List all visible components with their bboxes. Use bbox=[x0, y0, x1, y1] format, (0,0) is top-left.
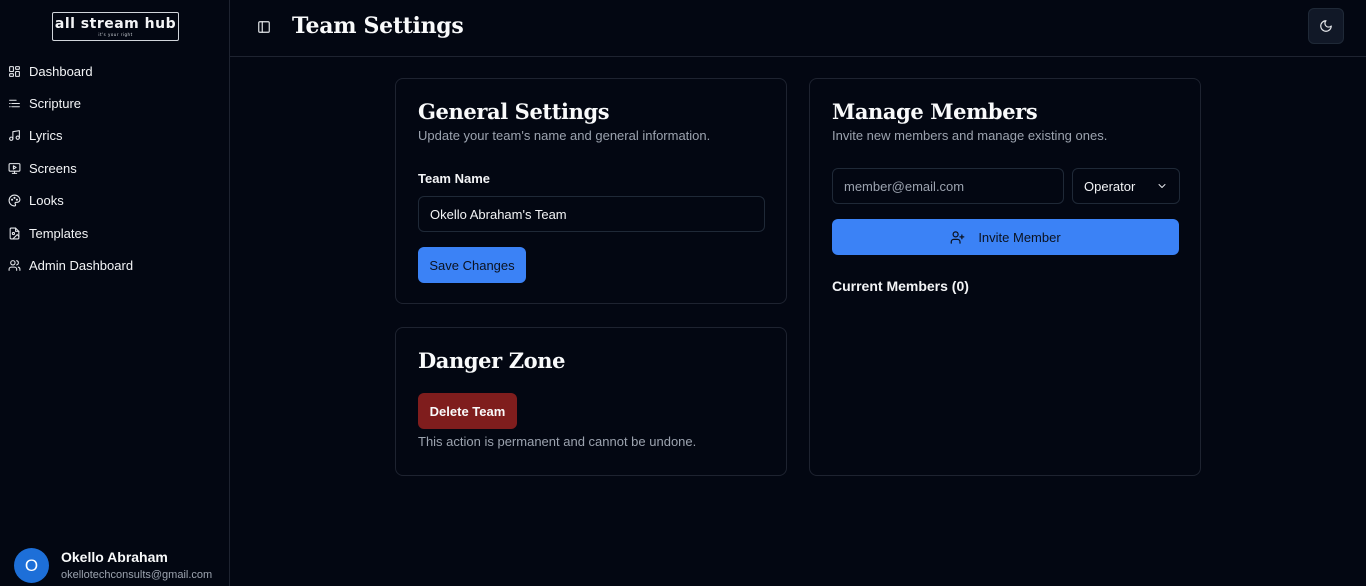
layout-dashboard-icon bbox=[9, 65, 20, 77]
sidebar-item-label: Lyrics bbox=[29, 128, 63, 144]
danger-zone-card: Danger Zone Delete Team This action is p… bbox=[395, 327, 787, 476]
sidebar-item-looks[interactable]: Looks bbox=[0, 185, 229, 217]
sidebar-item-label: Looks bbox=[29, 193, 64, 209]
invite-member-button[interactable]: Invite Member bbox=[832, 219, 1179, 255]
logo-text: all stream hub bbox=[54, 15, 177, 32]
user-profile[interactable]: O Okello Abraham okellotechconsults@gmai… bbox=[14, 548, 212, 583]
role-select-value: Operator bbox=[1084, 178, 1136, 194]
sidebar-item-lyrics[interactable]: Lyrics bbox=[0, 120, 229, 152]
manage-members-title: Manage Members bbox=[832, 99, 1038, 124]
save-changes-button[interactable]: Save Changes bbox=[418, 247, 526, 283]
member-email-input[interactable] bbox=[832, 168, 1064, 204]
theme-toggle-button[interactable] bbox=[1308, 8, 1344, 44]
logo-tagline: it's your right bbox=[98, 31, 133, 37]
team-name-input[interactable] bbox=[418, 196, 765, 232]
sidebar-item-scripture[interactable]: Scripture bbox=[0, 87, 229, 119]
user-name: Okello Abraham bbox=[61, 549, 168, 565]
sidebar-item-templates[interactable]: Templates bbox=[0, 217, 229, 249]
general-settings-title: General Settings bbox=[418, 99, 610, 124]
danger-zone-note: This action is permanent and cannot be u… bbox=[418, 434, 697, 449]
sidebar-nav: Dashboard Scripture Lyrics Screens Looks… bbox=[0, 55, 229, 282]
app-logo[interactable]: all stream hub it's your right bbox=[52, 12, 179, 41]
sidebar-item-label: Screens bbox=[29, 160, 77, 176]
list-icon bbox=[9, 99, 20, 108]
music-icon bbox=[9, 130, 20, 142]
top-bar: Team Settings bbox=[230, 0, 1366, 57]
sidebar-item-admin-dashboard[interactable]: Admin Dashboard bbox=[0, 249, 229, 281]
team-name-label: Team Name bbox=[418, 171, 491, 186]
sidebar-item-screens[interactable]: Screens bbox=[0, 152, 229, 184]
manage-members-subtitle: Invite new members and manage existing o… bbox=[832, 128, 1108, 143]
sidebar-item-dashboard[interactable]: Dashboard bbox=[0, 55, 229, 87]
sidebar-item-label: Dashboard bbox=[29, 63, 93, 79]
delete-team-button[interactable]: Delete Team bbox=[418, 393, 517, 429]
user-plus-icon bbox=[950, 230, 965, 244]
sidebar-item-label: Scripture bbox=[29, 96, 82, 112]
sidebar-item-label: Admin Dashboard bbox=[29, 258, 134, 274]
users-icon bbox=[8, 260, 21, 271]
sidebar-toggle-icon[interactable] bbox=[257, 20, 271, 34]
page-title: Team Settings bbox=[292, 13, 464, 39]
general-settings-subtitle: Update your team's name and general info… bbox=[418, 128, 711, 143]
danger-zone-title: Danger Zone bbox=[418, 348, 566, 373]
avatar: O bbox=[14, 548, 49, 583]
role-select[interactable]: Operator bbox=[1072, 168, 1180, 204]
palette-icon bbox=[8, 194, 21, 207]
sidebar: all stream hub it's your right Dashboard… bbox=[0, 0, 230, 586]
monitor-icon bbox=[8, 162, 21, 174]
manage-members-card: Manage Members Invite new members and ma… bbox=[809, 78, 1201, 476]
user-email: okellotechconsults@gmail.com bbox=[61, 569, 213, 581]
current-members-heading: Current Members (0) bbox=[832, 278, 969, 294]
invite-member-label: Invite Member bbox=[978, 229, 1061, 245]
file-image-icon bbox=[9, 227, 20, 240]
general-settings-card: General Settings Update your team's name… bbox=[395, 78, 787, 304]
chevron-down-icon bbox=[1158, 184, 1166, 188]
moon-icon bbox=[1320, 20, 1332, 32]
sidebar-item-label: Templates bbox=[29, 225, 89, 241]
